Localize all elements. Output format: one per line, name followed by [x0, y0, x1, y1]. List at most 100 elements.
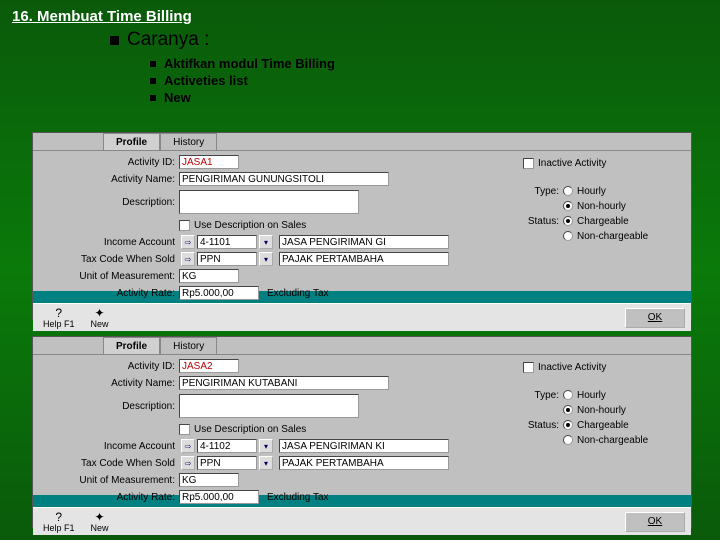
rate-field[interactable]: Rp5.000,00 [179, 490, 259, 504]
label-activity-name: Activity Name: [39, 174, 179, 185]
step-1: Aktifkan modul Time Billing [0, 55, 720, 72]
label-excluding-tax: Excluding Tax [267, 492, 329, 503]
inactive-checkbox[interactable] [523, 362, 534, 373]
step-2: Activeties list [0, 72, 720, 89]
tab-history[interactable]: History [160, 337, 217, 354]
rate-field[interactable]: Rp5.000,00 [179, 286, 259, 300]
label-type: Type: [523, 186, 563, 197]
activity-window-1: Profile History Activity ID:JASA1 Activi… [32, 132, 692, 320]
label-unit: Unit of Measurement: [39, 271, 179, 282]
help-button[interactable]: ?Help F1 [39, 510, 79, 534]
radio-hourly[interactable] [563, 390, 573, 400]
profile-panel: Activity ID:JASA2 Activity Name:PENGIRIM… [33, 355, 691, 495]
label-status: Status: [523, 420, 563, 431]
help-label: Help F1 [43, 523, 75, 533]
radio-nonchargeable[interactable] [563, 435, 573, 445]
profile-panel: Activity ID:JASA1 Activity Name:PENGIRIM… [33, 151, 691, 291]
new-button[interactable]: ✦New [87, 510, 113, 534]
tab-profile[interactable]: Profile [103, 337, 160, 354]
button-bar: ?Help F1 ✦New OK [33, 507, 691, 535]
use-desc-checkbox[interactable] [179, 220, 190, 231]
label-activity-id: Activity ID: [39, 157, 179, 168]
dropdown-icon[interactable]: ▾ [259, 439, 273, 453]
help-icon: ? [55, 511, 62, 523]
activity-id-field[interactable]: JASA1 [179, 155, 239, 169]
label-chargeable: Chargeable [577, 420, 629, 431]
slide-title: 16. Membuat Time Billing [0, 0, 720, 27]
label-rate: Activity Rate: [39, 492, 179, 503]
label-tax-code: Tax Code When Sold [39, 458, 179, 469]
label-activity-name: Activity Name: [39, 378, 179, 389]
radio-chargeable[interactable] [563, 216, 573, 226]
step-text: Aktifkan modul Time Billing [164, 56, 335, 71]
caranya-heading: Caranya : [0, 27, 720, 55]
income-account-field[interactable]: 4-1101 [197, 235, 257, 249]
caranya-label: Caranya : [127, 29, 209, 51]
help-icon: ? [55, 307, 62, 319]
income-account-name: JASA PENGIRIMAN KI [279, 439, 449, 453]
activity-window-2: Profile History Activity ID:JASA2 Activi… [32, 336, 692, 528]
label-inactive: Inactive Activity [538, 158, 606, 169]
use-desc-checkbox[interactable] [179, 424, 190, 435]
activity-name-field[interactable]: PENGIRIMAN GUNUNGSITOLI [179, 172, 389, 186]
income-account-field[interactable]: 4-1102 [197, 439, 257, 453]
dropdown-icon[interactable]: ▾ [259, 235, 273, 249]
right-column: Inactive Activity Type:Hourly Non-hourly… [523, 155, 683, 244]
bullet-icon [110, 36, 119, 45]
bullet-icon [150, 61, 156, 67]
bullet-icon [150, 78, 156, 84]
step-text: Activeties list [164, 73, 248, 88]
dropdown-icon[interactable]: ▾ [259, 252, 273, 266]
right-column: Inactive Activity Type:Hourly Non-hourly… [523, 359, 683, 448]
label-hourly: Hourly [577, 390, 606, 401]
unit-field[interactable]: KG [179, 473, 239, 487]
label-excluding-tax: Excluding Tax [267, 288, 329, 299]
ok-button[interactable]: OK [625, 308, 685, 328]
new-button[interactable]: ✦New [87, 306, 113, 330]
tax-code-field[interactable]: PPN [197, 456, 257, 470]
help-button[interactable]: ?Help F1 [39, 306, 79, 330]
label-nonhourly: Non-hourly [577, 201, 626, 212]
dropdown-icon[interactable]: ▾ [259, 456, 273, 470]
label-use-desc: Use Description on Sales [194, 220, 306, 231]
new-icon: ✦ [94, 307, 104, 319]
tab-profile[interactable]: Profile [103, 133, 160, 150]
bullet-icon [150, 95, 156, 101]
label-income-account: Income Account [39, 441, 179, 452]
label-unit: Unit of Measurement: [39, 475, 179, 486]
label-activity-id: Activity ID: [39, 361, 179, 372]
radio-nonchargeable[interactable] [563, 231, 573, 241]
inactive-checkbox[interactable] [523, 158, 534, 169]
unit-field[interactable]: KG [179, 269, 239, 283]
label-chargeable: Chargeable [577, 216, 629, 227]
income-account-name: JASA PENGIRIMAN GI [279, 235, 449, 249]
radio-chargeable[interactable] [563, 420, 573, 430]
radio-nonhourly[interactable] [563, 405, 573, 415]
button-bar: ?Help F1 ✦New OK [33, 303, 691, 331]
tax-name: PAJAK PERTAMBAHA [279, 456, 449, 470]
tab-strip: Profile History [33, 133, 691, 151]
new-icon: ✦ [94, 511, 104, 523]
label-income-account: Income Account [39, 237, 179, 248]
label-rate: Activity Rate: [39, 288, 179, 299]
label-nonchargeable: Non-chargeable [577, 435, 648, 446]
radio-hourly[interactable] [563, 186, 573, 196]
tax-code-field[interactable]: PPN [197, 252, 257, 266]
label-type: Type: [523, 390, 563, 401]
tab-history[interactable]: History [160, 133, 217, 150]
description-field[interactable] [179, 190, 359, 214]
label-tax-code: Tax Code When Sold [39, 254, 179, 265]
label-use-desc: Use Description on Sales [194, 424, 306, 435]
radio-nonhourly[interactable] [563, 201, 573, 211]
lookup-icon[interactable]: ⇨ [181, 456, 195, 470]
lookup-icon[interactable]: ⇨ [181, 439, 195, 453]
new-label: New [91, 523, 109, 533]
help-label: Help F1 [43, 319, 75, 329]
lookup-icon[interactable]: ⇨ [181, 235, 195, 249]
activity-name-field[interactable]: PENGIRIMAN KUTABANI [179, 376, 389, 390]
lookup-icon[interactable]: ⇨ [181, 252, 195, 266]
activity-id-field[interactable]: JASA2 [179, 359, 239, 373]
description-field[interactable] [179, 394, 359, 418]
ok-button[interactable]: OK [625, 512, 685, 532]
tax-name: PAJAK PERTAMBAHA [279, 252, 449, 266]
